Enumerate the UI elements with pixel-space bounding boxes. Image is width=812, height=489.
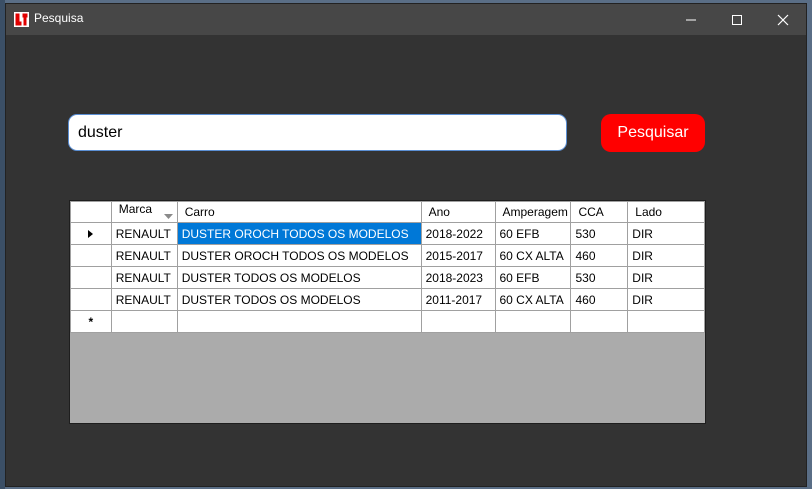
current-row-arrow-icon [88,229,94,238]
cell-amperagem[interactable]: 60 EFB [494,266,572,289]
new-cell-lado[interactable] [627,310,705,333]
maximize-icon [732,14,742,25]
cell-marca[interactable]: RENAULT [110,288,178,311]
cell-carro[interactable]: DUSTER TODOS OS MODELOS [176,266,422,289]
cell-amperagem[interactable]: 60 CX ALTA [494,288,572,311]
cell-marca[interactable]: RENAULT [110,222,178,245]
row-header[interactable] [70,288,112,311]
close-button[interactable] [760,4,806,35]
cell-ano[interactable]: 2011-2017 [420,288,496,311]
new-row-marker[interactable]: * [70,310,112,333]
maximize-button[interactable] [714,4,760,35]
cell-ano[interactable]: 2018-2022 [420,222,496,245]
column-header-amperagem[interactable]: Amperagem [494,201,572,223]
cell-lado[interactable]: DIR [627,266,705,289]
row-header[interactable] [70,222,112,245]
column-header-lado[interactable]: Lado [627,201,705,223]
search-input[interactable] [68,114,567,151]
column-header-carro[interactable]: Carro [176,201,422,223]
header-row: Marca Carro Ano Amperagem CCA Lado [70,201,705,223]
row-header-corner[interactable] [70,201,112,223]
table-row[interactable]: RENAULT DUSTER OROCH TODOS OS MODELOS 20… [70,222,705,245]
minimize-button[interactable] [668,4,714,35]
cell-marca[interactable]: RENAULT [110,244,178,267]
cell-cca[interactable]: 530 [570,222,629,245]
close-icon [777,14,789,25]
window-title: Pesquisa [34,11,84,25]
cell-cca[interactable]: 530 [570,266,629,289]
search-button[interactable]: Pesquisar [601,114,705,152]
new-cell-marca[interactable] [110,310,178,333]
cell-lado[interactable]: DIR [627,288,705,311]
sort-down-icon [163,208,173,222]
new-cell-amperagem[interactable] [494,310,572,333]
new-row[interactable]: * [70,310,705,333]
cell-lado[interactable]: DIR [627,244,705,267]
cell-ano[interactable]: 2015-2017 [420,244,496,267]
table-row[interactable]: RENAULT DUSTER TODOS OS MODELOS 2018-202… [70,266,705,289]
results-table: Marca Carro Ano Amperagem CCA Lado RENAU… [70,201,705,333]
cell-ano[interactable]: 2018-2023 [420,266,496,289]
column-header-cca[interactable]: CCA [570,201,629,223]
results-grid[interactable]: Marca Carro Ano Amperagem CCA Lado RENAU… [69,200,706,424]
cell-cca[interactable]: 460 [570,288,629,311]
cell-carro[interactable]: DUSTER OROCH TODOS OS MODELOS [176,222,422,245]
column-header-ano[interactable]: Ano [420,201,496,223]
cell-carro[interactable]: DUSTER TODOS OS MODELOS [176,288,422,311]
title-bar[interactable]: Pesquisa [6,4,806,35]
cell-cca[interactable]: 460 [570,244,629,267]
new-cell-carro[interactable] [176,310,422,333]
cell-amperagem[interactable]: 60 CX ALTA [494,244,572,267]
cell-marca[interactable]: RENAULT [110,266,178,289]
cell-amperagem[interactable]: 60 EFB [494,222,572,245]
column-header-marca[interactable]: Marca [110,201,178,223]
cell-carro[interactable]: DUSTER OROCH TODOS OS MODELOS [176,244,422,267]
table-row[interactable]: RENAULT DUSTER TODOS OS MODELOS 2011-201… [70,288,705,311]
minimize-icon [686,19,696,20]
table-row[interactable]: RENAULT DUSTER OROCH TODOS OS MODELOS 20… [70,244,705,267]
new-cell-ano[interactable] [420,310,496,333]
cell-lado[interactable]: DIR [627,222,705,245]
new-cell-cca[interactable] [570,310,629,333]
row-header[interactable] [70,244,112,267]
app-logo-icon [14,12,29,27]
row-header[interactable] [70,266,112,289]
search-window: Pesquisa Pesquisar Marca [5,3,807,487]
